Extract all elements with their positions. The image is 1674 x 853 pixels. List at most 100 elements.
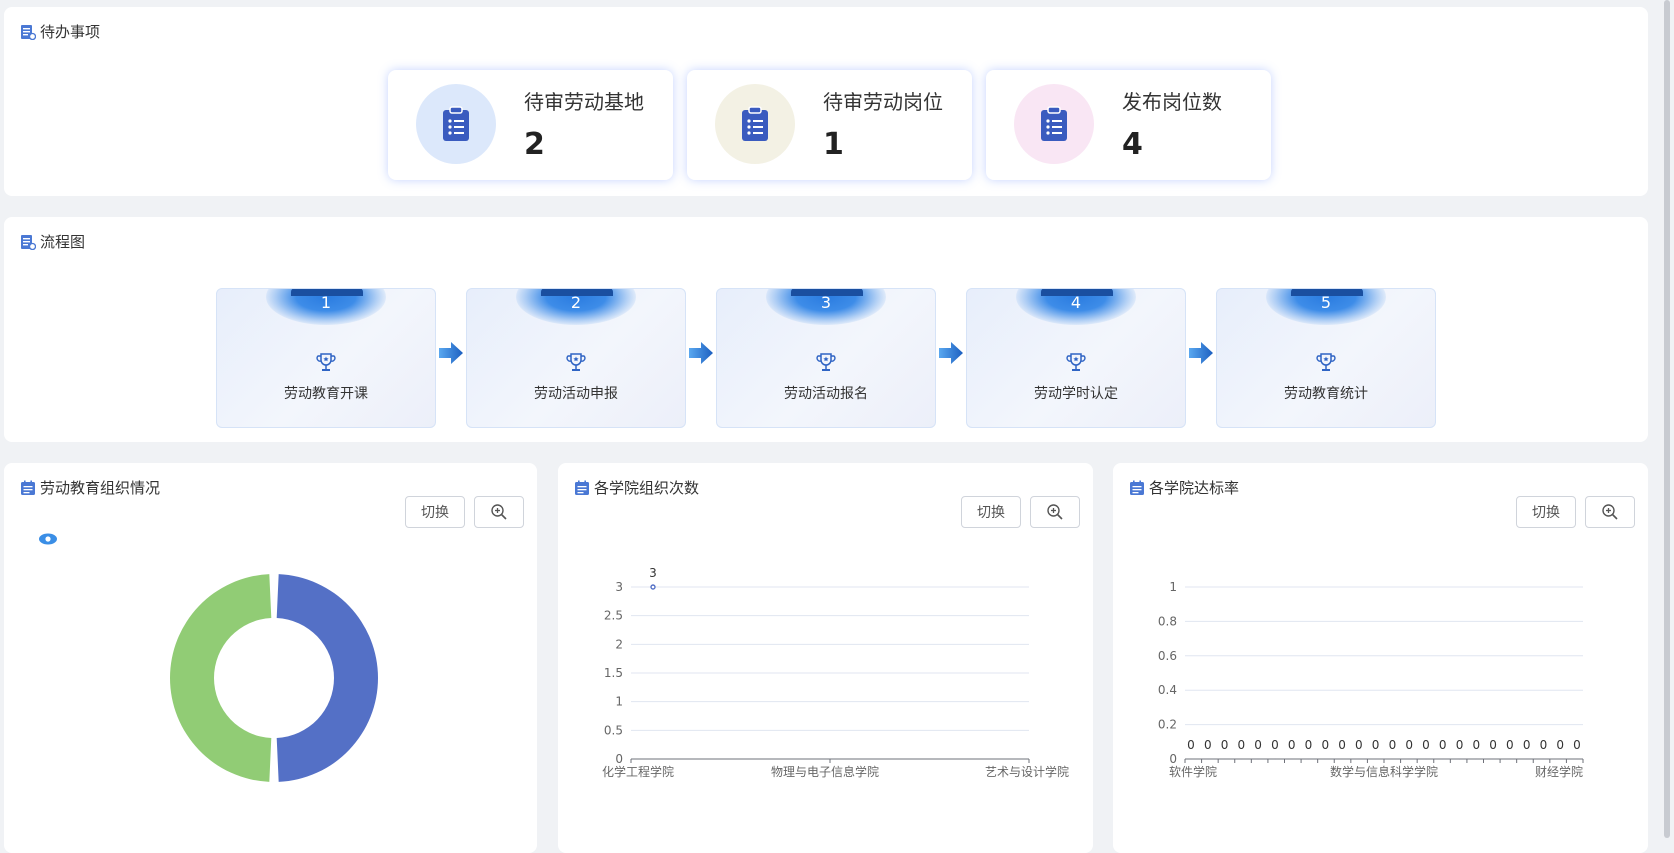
data-label: 0: [1372, 738, 1380, 752]
y-tick-label: 0: [1169, 752, 1177, 766]
line-chart-rate: 00.20.40.60.81软件学院数学与信息科学学院财经学院000000000…: [1113, 463, 1648, 838]
icon-circle: [715, 84, 795, 164]
clipboard-list-icon: [1039, 106, 1069, 142]
x-tick-label: 数学与信息科学学院: [1330, 764, 1438, 779]
chart-panel-organization: 劳动教育组织情况 切换: [4, 463, 537, 853]
panel-title: 流程图: [40, 231, 85, 252]
data-label: 0: [1355, 738, 1363, 752]
pending-card[interactable]: 发布岗位数 4: [986, 70, 1271, 180]
icon-circle: [416, 84, 496, 164]
flow-step-card[interactable]: 4 劳动学时认定: [966, 288, 1186, 428]
step-number: 3: [717, 293, 935, 312]
data-label: 0: [1456, 738, 1464, 752]
flow-step-card[interactable]: 1 劳动教育开课: [216, 288, 436, 428]
y-tick-label: 0.8: [1158, 614, 1177, 628]
data-label: 0: [1204, 738, 1212, 752]
x-tick-label: 财经学院: [1535, 764, 1583, 779]
y-tick-label: 0.4: [1158, 683, 1177, 697]
chart-panel-college-count: 各学院组织次数 切换 00.511.522.53化学工程学院物理与电子信息学院艺…: [558, 463, 1093, 853]
step-number: 2: [467, 293, 685, 312]
x-tick-label: 软件学院: [1169, 764, 1217, 779]
data-label: 0: [1489, 738, 1497, 752]
y-tick-label: 2: [615, 637, 623, 651]
clipboard-list-icon: [441, 106, 471, 142]
flow-step-card[interactable]: 5 劳动教育统计: [1216, 288, 1436, 428]
pending-count: 1: [823, 127, 844, 162]
pending-title-row: 待办事项: [20, 21, 100, 42]
data-label: 0: [1305, 738, 1313, 752]
pending-label: 待审劳动岗位: [823, 86, 943, 115]
data-label: 0: [1271, 738, 1279, 752]
donut-slice[interactable]: [170, 574, 271, 782]
step-number: 4: [967, 293, 1185, 312]
donut-chart: [4, 463, 537, 838]
data-label: 3: [649, 566, 657, 580]
flow-step-card[interactable]: 3 劳动活动报名: [716, 288, 936, 428]
data-label: 0: [1472, 738, 1480, 752]
step-label: 劳动教育开课: [217, 383, 435, 403]
arrow-right-icon: [1187, 340, 1215, 366]
data-label: 0: [1288, 738, 1296, 752]
trophy-icon: [1065, 351, 1087, 373]
arrow-right-icon: [437, 340, 465, 366]
panel-title: 待办事项: [40, 21, 100, 42]
data-label: 0: [1254, 738, 1262, 752]
step-label: 劳动学时认定: [967, 383, 1185, 403]
data-label: 0: [1187, 738, 1195, 752]
arrow-right-icon: [687, 340, 715, 366]
pending-label: 发布岗位数: [1122, 86, 1222, 115]
step-label: 劳动活动申报: [467, 383, 685, 403]
document-icon: [20, 234, 36, 250]
data-label: 0: [1573, 738, 1581, 752]
data-label: 0: [1506, 738, 1514, 752]
document-icon: [20, 24, 36, 40]
data-label: 0: [1238, 738, 1246, 752]
x-tick-label: 物理与电子信息学院: [771, 764, 879, 779]
flow-title-row: 流程图: [20, 231, 85, 252]
line-chart-count: 0 0.5 1 1.5 2 2.5 3 化学工程学院 物理与电子信息学院 艺术与设计学院 3: [558, 463, 1093, 838]
trophy-icon: [315, 351, 337, 373]
y-tick-label: 0.6: [1158, 649, 1177, 663]
step-number: 1: [217, 293, 435, 312]
chart-panel-college-rate: 各学院达标率 切换 00.20.40.60.81软件学院数学与信息科学学院财经学…: [1113, 463, 1648, 853]
pending-count: 4: [1122, 127, 1143, 162]
y-tick-label: 3: [615, 580, 623, 594]
step-number: 5: [1217, 293, 1435, 312]
y-tick-label: 1: [615, 695, 623, 709]
data-label: 0: [1221, 738, 1229, 752]
data-point[interactable]: [651, 585, 655, 589]
scrollbar[interactable]: [1662, 0, 1674, 838]
data-label: 0: [1338, 738, 1346, 752]
y-tick-label: 0: [615, 752, 623, 766]
data-label: 0: [1389, 738, 1397, 752]
pending-count: 2: [524, 127, 545, 162]
data-label: 0: [1422, 738, 1430, 752]
y-tick-label: 2.5: [604, 609, 623, 623]
pending-card[interactable]: 待审劳动基地 2: [388, 70, 673, 180]
trophy-icon: [565, 351, 587, 373]
step-label: 劳动教育统计: [1217, 383, 1435, 403]
y-tick-label: 0.5: [604, 723, 623, 737]
clipboard-list-icon: [740, 106, 770, 142]
x-tick-label: 艺术与设计学院: [985, 764, 1069, 779]
data-label: 0: [1556, 738, 1564, 752]
pending-label: 待审劳动基地: [524, 86, 644, 115]
trophy-icon: [1315, 351, 1337, 373]
data-label: 0: [1439, 738, 1447, 752]
y-tick-label: 1: [1169, 580, 1177, 594]
arrow-right-icon: [937, 340, 965, 366]
data-label: 0: [1321, 738, 1329, 752]
trophy-icon: [815, 351, 837, 373]
y-tick-label: 1.5: [604, 666, 623, 680]
y-tick-label: 0.2: [1158, 718, 1177, 732]
icon-circle: [1014, 84, 1094, 164]
step-label: 劳动活动报名: [717, 383, 935, 403]
flow-step-card[interactable]: 2 劳动活动申报: [466, 288, 686, 428]
x-tick-label: 化学工程学院: [602, 764, 674, 779]
data-label: 0: [1523, 738, 1531, 752]
scrollbar-thumb[interactable]: [1664, 0, 1670, 838]
data-label: 0: [1405, 738, 1413, 752]
donut-slice[interactable]: [277, 574, 378, 782]
data-label: 0: [1540, 738, 1548, 752]
pending-card[interactable]: 待审劳动岗位 1: [687, 70, 972, 180]
